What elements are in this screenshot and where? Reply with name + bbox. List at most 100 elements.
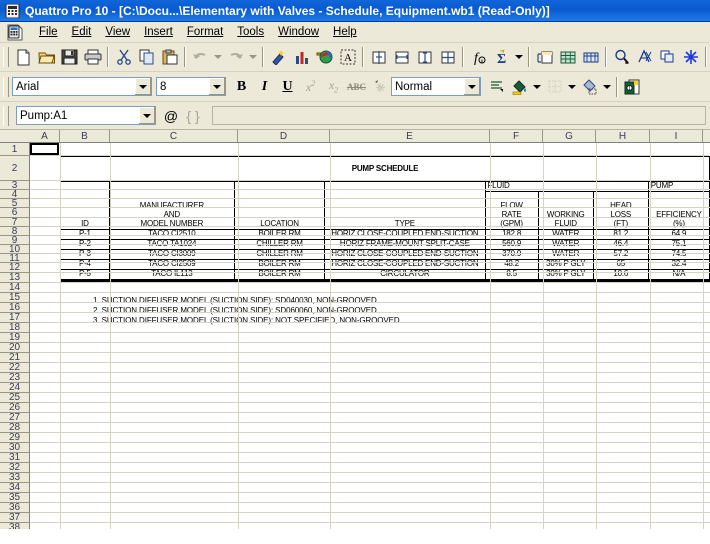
active-cell-cursor[interactable] [30, 143, 59, 155]
copy-icon[interactable] [135, 46, 158, 68]
row-fit-icon[interactable] [367, 46, 390, 68]
new-icon[interactable] [12, 46, 35, 68]
column-header-h[interactable]: H [596, 130, 650, 142]
notebook-icon[interactable] [579, 46, 602, 68]
map-icon[interactable] [313, 46, 336, 68]
braces-icon[interactable]: { } [182, 106, 204, 126]
chevron-down-icon[interactable] [134, 78, 151, 95]
border-dropdown-icon[interactable] [566, 76, 578, 98]
sum-dropdown-icon[interactable] [513, 46, 525, 68]
document-icon[interactable] [6, 24, 26, 41]
properties-icon[interactable]: 1 [621, 76, 644, 98]
gridline-horizontal [30, 217, 710, 218]
chevron-down-icon[interactable] [463, 78, 480, 95]
function-icon[interactable]: fx [467, 46, 490, 68]
line-color-icon[interactable] [578, 76, 601, 98]
strikethrough-icon[interactable]: ABC [345, 76, 368, 98]
menu-item-window-label: Window [278, 26, 320, 38]
sheet-icon[interactable] [556, 46, 579, 68]
toolbar-grip[interactable] [3, 47, 9, 67]
column-header-i[interactable]: I [650, 130, 703, 142]
duplicate-icon[interactable] [656, 46, 679, 68]
block-fit-icon[interactable] [436, 46, 459, 68]
cell-id: P-3 [60, 249, 110, 260]
font-name-combobox[interactable]: Arial [12, 77, 152, 96]
toolbar-separator [616, 76, 618, 97]
superscript-icon[interactable]: x2 [299, 76, 322, 98]
undo-icon[interactable] [189, 46, 212, 68]
column-header-f[interactable]: F [490, 130, 543, 142]
cell-reference-combobox[interactable]: Pump:A1 [16, 106, 156, 125]
fill-color-dropdown-icon[interactable] [531, 76, 543, 98]
gridline-horizontal [30, 492, 710, 493]
print-icon[interactable] [81, 46, 104, 68]
subscript-icon[interactable]: x2 [322, 76, 345, 98]
toolbar-grip[interactable] [3, 76, 9, 97]
textbox-icon[interactable]: A [336, 46, 359, 68]
column-header-a[interactable]: A [30, 130, 60, 142]
spell-icon[interactable] [633, 46, 656, 68]
at-sign-icon[interactable]: @ [160, 106, 182, 126]
menu-item-help[interactable]: Help [326, 24, 364, 40]
menu-item-edit[interactable]: Edit [65, 24, 99, 40]
gridline-vertical [543, 143, 544, 529]
menu-item-view[interactable]: View [98, 24, 137, 40]
style-value: Normal [395, 80, 433, 93]
snowflake-icon[interactable] [679, 46, 702, 68]
column-header-d[interactable]: D [238, 130, 330, 142]
border-icon[interactable] [543, 76, 566, 98]
menu-item-file[interactable]: File [32, 24, 65, 40]
sum-icon[interactable]: Σ [490, 46, 513, 68]
chart-icon[interactable] [290, 46, 313, 68]
row-header-column: 1 2 3 4 5 6 7 8 9 10 11 12 13 14 15 16 17 18 19 20 21 22 23 24 2… [0, 143, 30, 529]
column-header-g[interactable]: G [543, 130, 596, 142]
row-header-1[interactable]: 1 [0, 143, 30, 156]
grid-cells-area[interactable]: PUMP SCHEDULE FLUID PUMP MANUFACTURER FL… [30, 143, 710, 529]
gridline-vertical [238, 143, 239, 529]
chevron-down-icon[interactable] [208, 78, 225, 95]
quickformat-icon[interactable] [267, 46, 290, 68]
zoom-icon[interactable] [610, 46, 633, 68]
cell-fit-icon[interactable] [413, 46, 436, 68]
redo-dropdown-icon[interactable] [247, 46, 259, 68]
menu-item-view-label: View [105, 26, 131, 38]
column-header-e[interactable]: E [330, 130, 490, 142]
schedule-note-3: 3. SUCTION DIFFUSER MODEL (SUCTION SIDE)… [93, 316, 400, 325]
formula-bar: Pump:A1 @ { } [0, 102, 710, 130]
menu-item-tools[interactable]: Tools [230, 24, 271, 40]
toolbar-grip[interactable] [3, 105, 9, 126]
gridline-horizontal [30, 522, 710, 523]
column-fit-icon[interactable] [390, 46, 413, 68]
fill-color-icon[interactable] [508, 76, 531, 98]
menu-item-window[interactable]: Window [271, 24, 326, 40]
gridline-horizontal [30, 207, 710, 208]
special-icon[interactable] [368, 76, 391, 98]
italic-icon[interactable]: I [253, 76, 276, 98]
paste-icon[interactable] [158, 46, 181, 68]
line-color-dropdown-icon[interactable] [601, 76, 613, 98]
spreadsheet-grid[interactable]: ABCDEFGHI 1 2 3 4 5 6 7 8 9 10 11 12 13 14 15 16 17 18 19 2… [0, 130, 710, 529]
svg-text:f: f [474, 51, 480, 65]
menu-item-format[interactable]: Format [180, 24, 230, 40]
align-icon[interactable] [485, 76, 508, 98]
row-header-2[interactable]: 2 [0, 156, 30, 181]
insert-cells-icon[interactable] [533, 46, 556, 68]
save-icon[interactable] [58, 46, 81, 68]
menu-item-insert[interactable]: Insert [137, 24, 180, 40]
column-header-c[interactable]: C [110, 130, 238, 142]
gridline-horizontal [30, 282, 710, 283]
row-header-38[interactable]: 38 [0, 522, 30, 529]
header-flow-line3: (GPM) [484, 220, 539, 230]
bold-icon[interactable]: B [230, 76, 253, 98]
style-combobox[interactable]: Normal [391, 77, 481, 96]
undo-dropdown-icon[interactable] [212, 46, 224, 68]
formula-input[interactable] [212, 106, 706, 125]
chevron-down-icon[interactable] [138, 107, 155, 124]
redo-icon[interactable] [224, 46, 247, 68]
cut-icon[interactable] [112, 46, 135, 68]
underline-icon[interactable]: U [276, 76, 299, 98]
open-icon[interactable] [35, 46, 58, 68]
column-header-b[interactable]: B [60, 130, 110, 142]
font-size-combobox[interactable]: 8 [156, 77, 226, 96]
pump-schedule-table: PUMP SCHEDULE FLUID PUMP MANUFACTURER FL… [60, 156, 710, 282]
